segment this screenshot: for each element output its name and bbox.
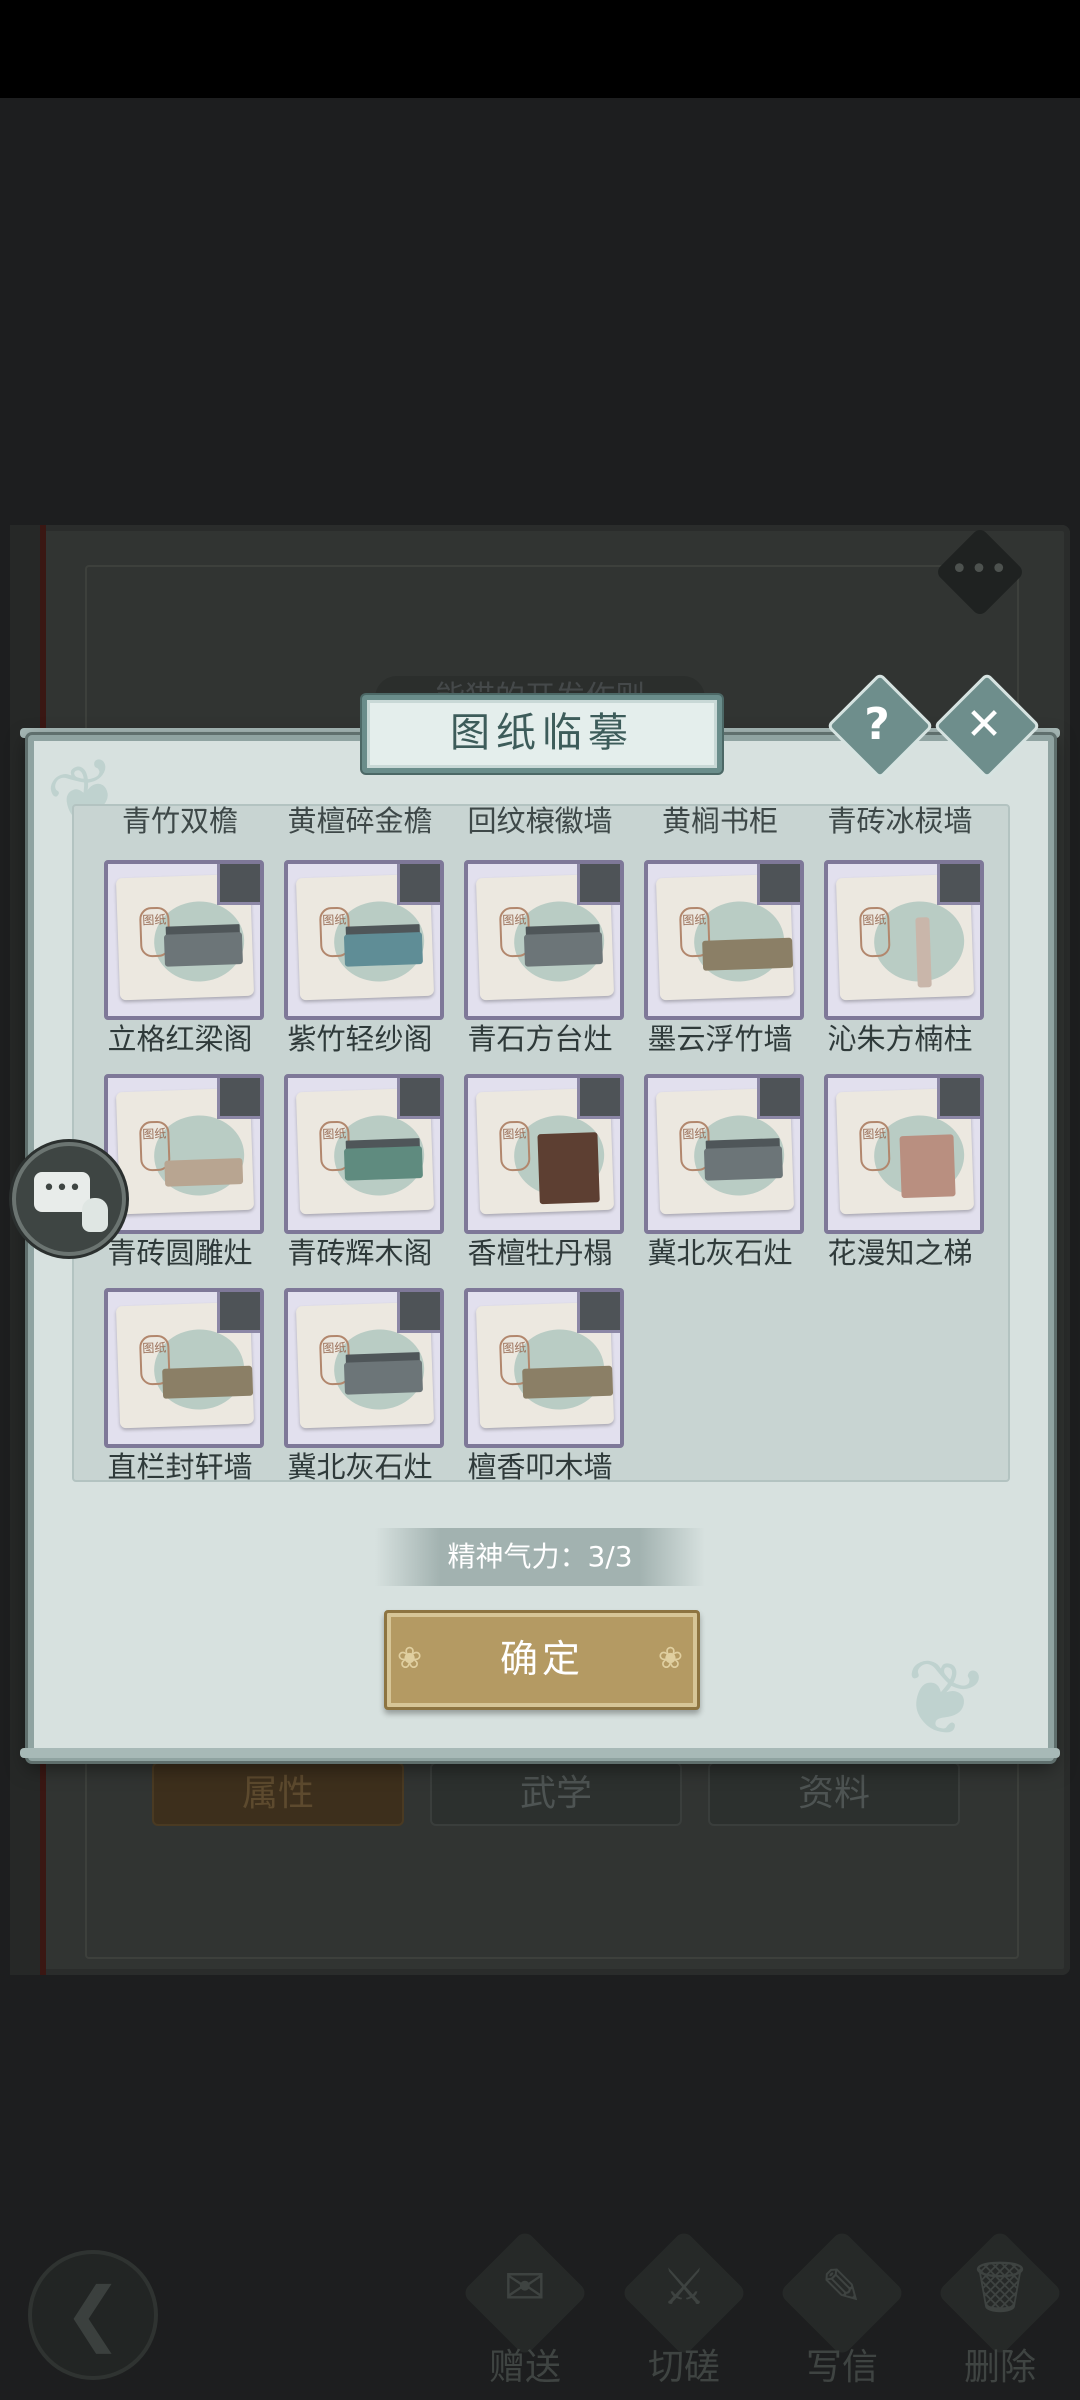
vase-icon	[82, 1198, 108, 1232]
blueprint-tile[interactable]: 图纸	[824, 860, 984, 1020]
back-arrow-icon: ❮	[63, 2272, 123, 2354]
more-button[interactable]: •••	[934, 526, 1026, 618]
blueprint-name: 冀北灰石灶	[287, 1450, 433, 1482]
building-model-icon	[522, 1365, 614, 1399]
stamina-indicator: 精神气力：3/3	[375, 1528, 705, 1586]
tab-info[interactable]: 资料	[708, 1762, 960, 1826]
blueprint-grid: 青竹双檐 黄檀碎金檐 回纹榱徽墙 黄榈书柜 青砖冰棂墙 图纸 立格红梁阁 图纸 紫竹轻纱阁 图纸青…	[72, 804, 1010, 1482]
ornament-icon: ❀	[397, 1641, 427, 1676]
trash-icon: 🗑	[968, 2258, 1032, 2316]
blueprint-name: 立格红梁阁	[107, 1022, 253, 1056]
blueprint-tile[interactable]: 图纸	[824, 1074, 984, 1234]
blueprint-tile[interactable]: 图纸	[284, 860, 444, 1020]
building-model-icon	[915, 917, 932, 988]
select-checkbox[interactable]	[577, 864, 620, 905]
confirm-button[interactable]: ❀ 确定 ❀	[384, 1610, 700, 1710]
blueprint-tile[interactable]: 图纸	[284, 1074, 444, 1234]
delete-button[interactable]: 🗑 删除	[930, 2229, 1070, 2388]
back-button[interactable]: ❮	[28, 2250, 158, 2380]
select-checkbox[interactable]	[397, 1292, 440, 1333]
building-model-icon	[164, 1158, 244, 1187]
blueprint-name: 檀香叩木墙	[467, 1450, 613, 1482]
status-bar	[0, 0, 1080, 98]
select-checkbox[interactable]	[757, 1078, 800, 1119]
blueprint-name: 沁朱方楠柱	[827, 1022, 973, 1056]
select-checkbox[interactable]	[577, 1292, 620, 1333]
blueprint-tile[interactable]: 图纸	[104, 1288, 264, 1448]
tab-attributes[interactable]: 属性	[152, 1762, 404, 1826]
blueprint-tile[interactable]: 图纸	[104, 860, 264, 1020]
partial-row-label: 青竹双檐	[121, 804, 238, 838]
letter-icon: ✎	[821, 2258, 863, 2316]
select-checkbox[interactable]	[217, 1078, 260, 1119]
write-letter-button[interactable]: ✎ 写信	[772, 2229, 912, 2388]
building-model-icon	[343, 932, 423, 967]
blueprint-name: 香檀牡丹榻	[467, 1236, 613, 1270]
building-model-icon	[523, 932, 603, 967]
blueprint-name: 青砖圆雕灶	[107, 1236, 253, 1270]
building-model-icon	[703, 1146, 783, 1181]
building-model-icon	[537, 1132, 600, 1205]
dialog-title: 图纸临摹	[362, 695, 722, 773]
partial-row-label: 青砖冰棂墙	[827, 804, 973, 838]
blueprint-tile[interactable]: 图纸	[644, 1074, 804, 1234]
partial-row-label: 黄檀碎金檐	[287, 804, 433, 838]
building-model-icon	[343, 1146, 423, 1181]
building-model-icon	[343, 1360, 423, 1395]
blueprint-name: 花漫知之梯	[827, 1236, 973, 1270]
blueprint-tile[interactable]: 图纸	[464, 860, 624, 1020]
more-dots-icon: •••	[950, 552, 1010, 587]
building-model-icon	[899, 1134, 956, 1199]
scroll-icon: ✉	[504, 2258, 546, 2316]
select-checkbox[interactable]	[937, 864, 980, 905]
blueprint-tile[interactable]: 图纸	[284, 1288, 444, 1448]
gift-label: 赠送	[488, 2347, 561, 2388]
seal-icon: 图纸	[858, 1120, 891, 1172]
chat-button[interactable]: •••	[12, 1142, 126, 1256]
seal-icon: 图纸	[858, 906, 891, 958]
blueprint-name: 青石方台灶	[467, 1022, 613, 1056]
delete-label: 删除	[963, 2347, 1036, 2388]
spar-button[interactable]: ⚔ 切磋	[614, 2229, 754, 2388]
blueprint-tile[interactable]: 图纸	[644, 860, 804, 1020]
write-letter-label: 写信	[805, 2347, 878, 2388]
tab-martial-arts[interactable]: 武学	[430, 1762, 682, 1826]
select-checkbox[interactable]	[577, 1078, 620, 1119]
partial-row-label: 回纹榱徽墙	[467, 804, 613, 838]
blueprint-name: 墨云浮竹墙	[647, 1022, 793, 1056]
spar-label: 切磋	[647, 2347, 720, 2388]
blueprint-tile[interactable]: 图纸	[104, 1074, 264, 1234]
blueprint-tile[interactable]: 图纸	[464, 1288, 624, 1448]
select-checkbox[interactable]	[757, 864, 800, 905]
dialog-bottom-rail	[20, 1748, 1060, 1758]
select-checkbox[interactable]	[937, 1078, 980, 1119]
blueprint-name: 冀北灰石灶	[647, 1236, 793, 1270]
blueprint-name: 直栏封轩墙	[107, 1450, 253, 1482]
confirm-label: 确定	[499, 1637, 584, 1681]
select-checkbox[interactable]	[397, 864, 440, 905]
blueprint-tile[interactable]: 图纸	[464, 1074, 624, 1234]
blueprint-name: 青砖辉木阁	[287, 1236, 433, 1270]
ornament-icon: ❀	[657, 1641, 687, 1676]
partial-row-label: 黄榈书柜	[661, 804, 778, 838]
building-model-icon	[163, 932, 243, 967]
help-icon[interactable]: ?	[839, 688, 915, 764]
blueprint-name: 紫竹轻纱阁	[287, 1022, 433, 1056]
select-checkbox[interactable]	[217, 864, 260, 905]
sword-icon: ⚔	[661, 2258, 707, 2316]
select-checkbox[interactable]	[397, 1078, 440, 1119]
select-checkbox[interactable]	[217, 1292, 260, 1333]
gift-button[interactable]: ✉ 赠送	[455, 2229, 595, 2388]
seal-icon: 图纸	[498, 1120, 531, 1172]
close-icon[interactable]: ✕	[946, 688, 1022, 764]
building-model-icon	[162, 1365, 254, 1399]
building-model-icon	[702, 937, 794, 971]
